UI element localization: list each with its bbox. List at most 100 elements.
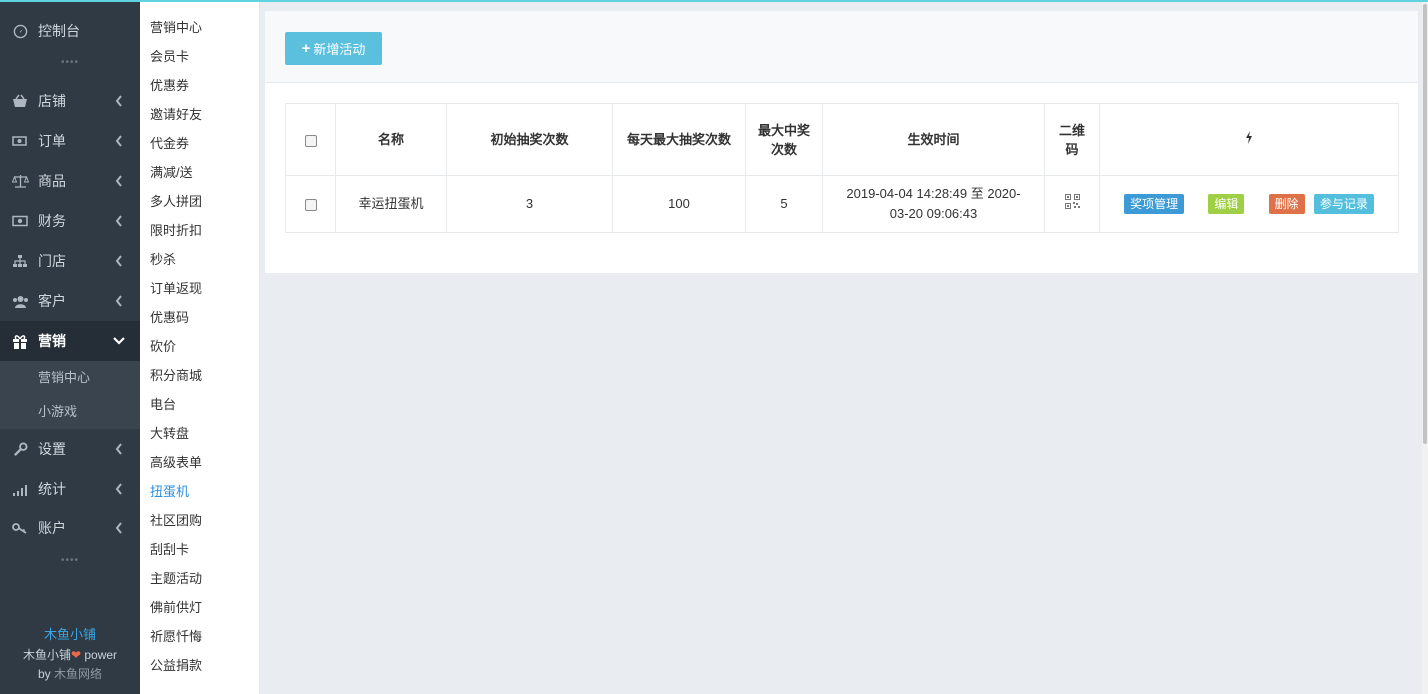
submenu-item[interactable]: 秒杀 (150, 249, 176, 268)
submenu-item[interactable]: 优惠码 (150, 307, 189, 326)
chevron-left-icon (110, 175, 128, 187)
table-header-row: 名称 初始抽奖次数 每天最大抽奖次数 最大中奖次数 生效时间 二维码 (285, 103, 1399, 176)
submenu-item[interactable]: 社区团购 (150, 510, 202, 529)
content-panel: + 新增活动 名称 初始抽奖次数 每天最大抽奖次数 最大中奖次数 生效时间 二维… (265, 11, 1418, 273)
submenu-item[interactable]: 刮刮卡 (150, 539, 189, 558)
brand-power: 木鱼小铺❤ power (0, 646, 140, 663)
submenu-item[interactable]: 电台 (150, 394, 176, 413)
nav-account[interactable]: 账户 (0, 508, 140, 548)
submenu-item[interactable]: 邀请好友 (150, 104, 202, 123)
nav-stores[interactable]: 门店 (0, 241, 140, 281)
key-icon (11, 519, 29, 537)
brand-company[interactable]: 木鱼网络 (54, 667, 102, 681)
submenu-item[interactable]: 佛前供灯 (150, 597, 202, 616)
nav-shop-label: 店铺 (38, 93, 66, 109)
submenu-item[interactable]: 砍价 (150, 336, 176, 355)
scale-icon (11, 172, 29, 190)
row-checkbox[interactable] (304, 198, 317, 211)
nav-finance[interactable]: 财务 (0, 201, 140, 241)
header-name: 名称 (335, 103, 447, 176)
nav-settings[interactable]: 设置 (0, 429, 140, 469)
nav-shop[interactable]: 店铺 (0, 81, 140, 121)
select-all-checkbox[interactable] (304, 134, 317, 147)
top-accent-line (0, 0, 1428, 2)
header-max-wins-line2: 次数 (770, 141, 797, 157)
submenu-item[interactable]: 主题活动 (150, 568, 202, 587)
bolt-icon (1245, 131, 1253, 147)
header-effective-time: 生效时间 (822, 103, 1045, 176)
nav-goods-label: 商品 (38, 173, 66, 189)
nav-marketing[interactable]: 营销 (0, 321, 140, 361)
submenu-item[interactable]: 大转盘 (150, 423, 189, 442)
nav-dashboard-label: 控制台 (38, 23, 80, 39)
collapse-dots: •••• (60, 555, 79, 566)
header-initial-draws: 初始抽奖次数 (446, 103, 613, 176)
submenu-item[interactable]: 代金券 (150, 133, 189, 152)
header-daily-max-draws: 每天最大抽奖次数 (612, 103, 746, 176)
nav-dashboard[interactable]: 控制台 (0, 11, 140, 51)
submenu-item[interactable]: 满减/送 (150, 162, 193, 181)
brand-by-text: by (37, 667, 54, 681)
panel-toolbar: + 新增活动 (265, 11, 1418, 83)
nav-finance-label: 财务 (38, 213, 66, 229)
header-actions (1099, 103, 1399, 176)
chevron-left-icon (110, 443, 128, 455)
plus-icon: + (301, 40, 311, 57)
nav-settings-label: 设置 (38, 441, 66, 457)
money-icon (11, 132, 29, 150)
chevron-left-icon (110, 255, 128, 267)
submenu-item[interactable]: 会员卡 (150, 46, 189, 65)
submenu-item[interactable]: 多人拼团 (150, 191, 202, 210)
chevron-left-icon (110, 295, 128, 307)
marketing-subnav: 营销中心 小游戏 (0, 361, 140, 429)
submenu-item[interactable]: 积分商城 (150, 365, 202, 384)
dashboard-icon (11, 22, 29, 40)
scrollbar-thumb[interactable] (1423, 4, 1427, 444)
prize-management-button[interactable]: 奖项管理 (1124, 194, 1185, 214)
edit-button[interactable]: 编辑 (1208, 194, 1245, 214)
brand-footer: 木鱼小铺 木鱼小铺❤ power by 木鱼网络 (0, 624, 140, 682)
nav-stats-label: 统计 (38, 481, 66, 497)
row-qrcode (1044, 175, 1100, 233)
submenu-item[interactable]: 公益捐款 (150, 655, 202, 674)
row-time-line2: 03-20 09:06:43 (889, 206, 978, 221)
nav-customers[interactable]: 客户 (0, 281, 140, 321)
sitemap-icon (11, 252, 29, 270)
nav-stats[interactable]: 统计 (0, 469, 140, 509)
nav-goods[interactable]: 商品 (0, 161, 140, 201)
qrcode-icon[interactable] (1064, 193, 1080, 212)
nav-customers-label: 客户 (38, 293, 66, 309)
submenu-item[interactable]: 高级表单 (150, 452, 202, 471)
header-qrcode-line2: 码 (1065, 141, 1079, 157)
chevron-down-icon (110, 337, 128, 345)
submenu-item[interactable]: 订单返现 (150, 278, 202, 297)
add-activity-button[interactable]: + 新增活动 (285, 32, 382, 65)
subnav-mini-games[interactable]: 小游戏 (0, 395, 140, 429)
page-scrollbar[interactable] (1422, 0, 1428, 694)
chevron-left-icon (110, 95, 128, 107)
subnav-marketing-center[interactable]: 营销中心 (0, 361, 140, 395)
table-row: 幸运扭蛋机 3 100 5 2019-04-04 14:28:49 至 2020… (285, 175, 1399, 233)
nav-orders[interactable]: 订单 (0, 121, 140, 161)
row-effective-time: 2019-04-04 14:28:49 至 2020- 03-20 09:06:4… (822, 175, 1045, 233)
header-max-wins: 最大中奖 次数 (745, 103, 823, 176)
submenu-item[interactable]: 限时折扣 (150, 220, 202, 239)
header-qrcode-line1: 二维 (1058, 122, 1085, 138)
submenu-item[interactable]: 营销中心 (150, 17, 202, 36)
header-max-wins-line1: 最大中奖 (757, 122, 810, 138)
header-qrcode: 二维码 (1044, 103, 1100, 176)
brand-power-text: power (81, 648, 118, 662)
nav-orders-label: 订单 (38, 133, 66, 149)
delete-button[interactable]: 删除 (1268, 194, 1305, 214)
users-icon (11, 292, 29, 310)
submenu-item[interactable]: 优惠券 (150, 75, 189, 94)
row-actions: 奖项管理 编辑 删除 参与记录 (1099, 175, 1399, 233)
signal-icon (11, 480, 29, 498)
row-name: 幸运扭蛋机 (335, 175, 447, 233)
brand-name[interactable]: 木鱼小铺 (0, 624, 140, 643)
nav-marketing-label: 营销 (38, 333, 66, 349)
participation-records-button[interactable]: 参与记录 (1313, 194, 1374, 214)
brand-power-name: 木鱼小铺 (22, 648, 71, 662)
submenu-item-active[interactable]: 扭蛋机 (150, 481, 189, 500)
submenu-item[interactable]: 祈愿忏悔 (150, 626, 202, 645)
